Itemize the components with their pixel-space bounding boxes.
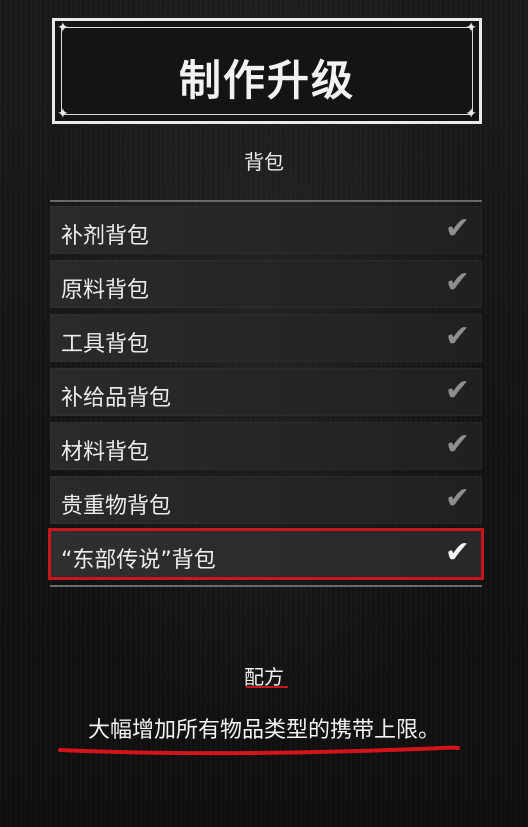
upgrade-item-ingredients[interactable]: 原料背包 ✔ — [50, 260, 482, 308]
upgrade-item-label: 补给品背包 — [61, 386, 172, 411]
ornament-icon: ✦ — [465, 106, 477, 122]
upgrade-item-materials[interactable]: 材料背包 ✔ — [50, 422, 482, 470]
upgrade-item-label: 材料背包 — [61, 440, 150, 465]
upgrade-item-valuables[interactable]: 贵重物背包 ✔ — [50, 476, 482, 524]
upgrade-list: 补剂背包 ✔ 原料背包 ✔ 工具背包 ✔ 补给品背包 ✔ 材料背包 ✔ 贵重物背… — [48, 206, 484, 584]
title-frame: ✦ ✦ ✦ ✦ 制作升级 — [52, 18, 482, 124]
upgrade-item-label: 贵重物背包 — [61, 494, 172, 519]
ornament-icon: ✦ — [57, 106, 69, 122]
upgrade-item-tools[interactable]: 工具背包 ✔ — [50, 314, 482, 362]
divider-top — [50, 200, 482, 202]
divider-bottom — [50, 585, 482, 587]
upgrade-item-label: 原料背包 — [61, 278, 150, 303]
checkmark-icon: ✔ — [444, 535, 470, 570]
checkmark-icon: ✔ — [444, 211, 470, 246]
recipe-underline — [246, 686, 288, 688]
upgrade-item-legend-of-the-east[interactable]: “东部传说”背包 ✔ — [48, 528, 484, 580]
checkmark-icon: ✔ — [444, 427, 470, 462]
ornament-icon: ✦ — [465, 20, 477, 36]
red-annotation-stroke — [58, 745, 460, 756]
upgrade-item-supplements[interactable]: 补剂背包 ✔ — [50, 206, 482, 254]
upgrade-item-label: 工具背包 — [61, 332, 150, 357]
checkmark-icon: ✔ — [444, 373, 470, 408]
upgrade-item-provisions[interactable]: 补给品背包 ✔ — [50, 368, 482, 416]
ornament-icon: ✦ — [57, 20, 69, 36]
checkmark-icon: ✔ — [444, 319, 470, 354]
page-title: 制作升级 — [178, 56, 355, 105]
upgrade-item-label: 补剂背包 — [61, 224, 150, 249]
upgrade-item-label: “东部传说”背包 — [61, 548, 216, 573]
section-title: 背包 — [244, 150, 284, 174]
upgrade-description: 大幅增加所有物品类型的携带上限。 — [87, 718, 440, 743]
checkmark-icon: ✔ — [444, 481, 470, 516]
checkmark-icon: ✔ — [444, 265, 470, 300]
